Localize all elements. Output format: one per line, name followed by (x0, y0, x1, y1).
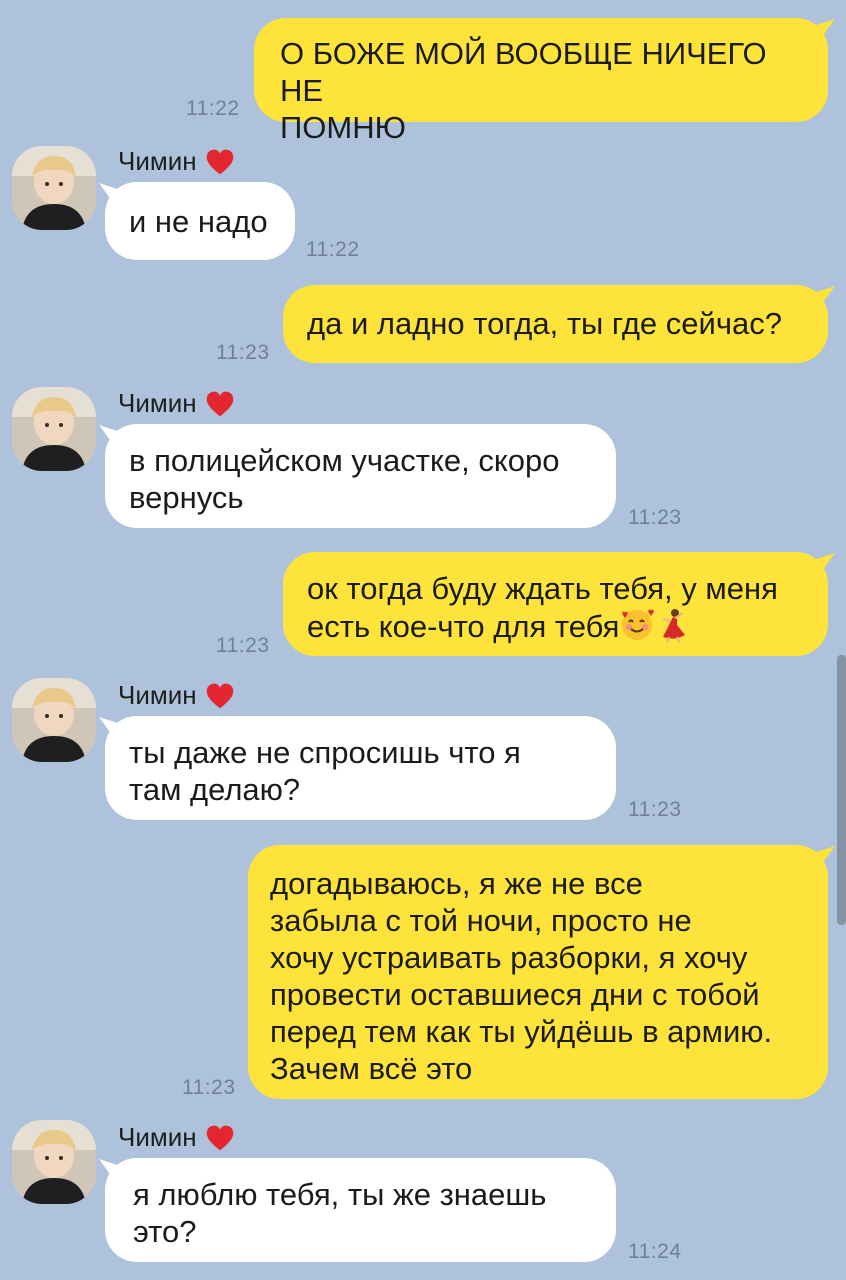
message-text-line: есть кое-что для тебя (307, 607, 804, 645)
incoming-message-bubble[interactable]: ты даже не спросишь что я там делаю? (105, 716, 616, 820)
scrollbar-thumb[interactable] (837, 655, 846, 925)
message-text-fragment: есть кое-что для тебя (307, 609, 620, 644)
outgoing-message-bubble[interactable]: О БОЖЕ МОЙ ВООБЩЕ НИЧЕГО НЕ ПОМНЮ (254, 18, 828, 145)
sender-name: Чимин (118, 146, 235, 177)
avatar-photo-icon (12, 387, 96, 471)
message-time: 11:23 (628, 506, 682, 529)
contact-avatar[interactable] (12, 1120, 96, 1204)
message-time: 11:23 (628, 798, 682, 821)
incoming-message-bubble[interactable]: я люблю тебя, ты же знаешь это? (105, 1158, 616, 1262)
message-time: 11:23 (216, 634, 270, 657)
red-heart-icon (206, 1125, 233, 1150)
message-time: 11:24 (628, 1240, 682, 1263)
contact-avatar[interactable] (12, 387, 96, 471)
message-time: 11:23 (182, 1076, 236, 1099)
message-time: 11:22 (306, 238, 360, 261)
chat-thread: 11:22 О БОЖЕ МОЙ ВООБЩЕ НИЧЕГО НЕ ПОМНЮ … (0, 0, 846, 1280)
contact-avatar[interactable] (12, 146, 96, 230)
red-heart-icon (206, 683, 233, 708)
sender-name-label: Чимин (118, 1122, 197, 1152)
sender-name-label: Чимин (118, 388, 197, 418)
message-text-line: ок тогда буду ждать тебя, у меня (307, 571, 778, 606)
red-heart-icon (206, 149, 233, 174)
outgoing-message-bubble[interactable]: да и ладно тогда, ты где сейчас? (283, 285, 828, 363)
incoming-message-bubble[interactable]: и не надо (105, 182, 295, 260)
sender-name: Чимин (118, 388, 235, 419)
incoming-message-bubble[interactable]: в полицейском участке, скоро вернусь (105, 424, 616, 528)
message-time: 11:22 (186, 97, 240, 120)
avatar-photo-icon (12, 1120, 96, 1204)
avatar-photo-icon (12, 146, 96, 230)
outgoing-message-bubble[interactable]: ок тогда буду ждать тебя, у меня есть ко… (283, 552, 828, 656)
avatar-photo-icon (12, 678, 96, 762)
sender-name: Чимин (118, 1122, 235, 1153)
outgoing-message-bubble[interactable]: догадываюсь, я же не все забыла с той но… (248, 845, 828, 1099)
woman-dancing-icon (663, 609, 686, 643)
sender-name-label: Чимин (118, 680, 197, 710)
red-heart-icon (206, 391, 233, 416)
message-time: 11:23 (216, 341, 270, 364)
sender-name: Чимин (118, 680, 235, 711)
smiling-face-with-hearts-icon (622, 609, 655, 640)
sender-name-label: Чимин (118, 146, 197, 176)
contact-avatar[interactable] (12, 678, 96, 762)
